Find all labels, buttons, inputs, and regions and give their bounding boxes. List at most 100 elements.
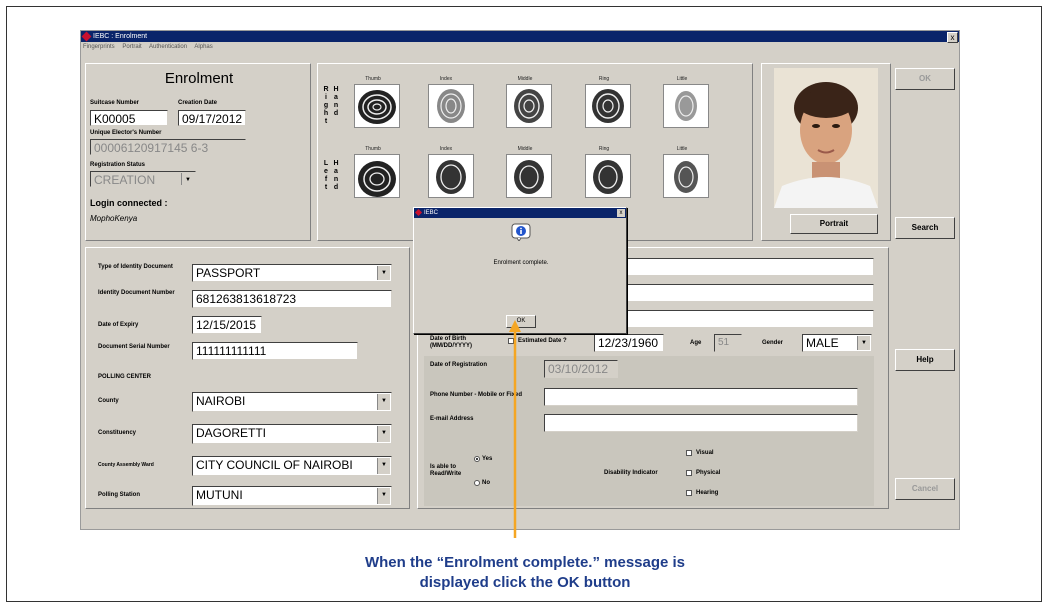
finger-label-little-left: Little [676, 146, 688, 152]
suitcase-label: Suitcase Number [90, 100, 140, 106]
dialog-close-button[interactable]: x [617, 209, 625, 217]
identity-type-label: Type of Identity Document [98, 264, 173, 270]
dialog-title: IEBC [424, 210, 439, 216]
right-middle-fingerprint[interactable] [506, 84, 552, 128]
registration-date-label: Date of Registration [430, 362, 488, 368]
dob-field[interactable]: 12/23/1960 [594, 334, 664, 352]
right-hand-label: Right [323, 86, 329, 125]
email-label: E-mail Address [430, 416, 474, 422]
physical-checkbox[interactable] [686, 470, 692, 476]
right-thumb-fingerprint[interactable] [354, 84, 400, 128]
age-label: Age [690, 340, 702, 346]
visual-label: Visual [696, 450, 714, 456]
estimated-date-label: Estimated Date ? [518, 338, 567, 344]
suitcase-field[interactable]: K00005 [90, 110, 168, 126]
iebc-logo-icon [81, 31, 92, 42]
ok-button[interactable]: OK [895, 68, 955, 90]
left-ring-fingerprint[interactable] [585, 154, 631, 198]
read-yes-radio[interactable] [474, 456, 480, 462]
county-select[interactable]: NAIROBI ▼ [192, 392, 392, 412]
left-little-fingerprint[interactable] [663, 154, 709, 198]
name-field-2[interactable] [622, 284, 874, 302]
menu-authentication[interactable]: Authentication [149, 44, 187, 50]
right-little-fingerprint[interactable] [663, 84, 709, 128]
registration-date-field: 03/10/2012 [544, 360, 618, 378]
constituency-label: Constituency [98, 430, 137, 436]
left-middle-fingerprint[interactable] [506, 154, 552, 198]
email-field[interactable] [544, 414, 858, 432]
ward-select[interactable]: CITY COUNCIL OF NAIROBI ▼ [192, 456, 392, 476]
left-thumb-fingerprint[interactable] [354, 154, 400, 198]
registration-status-value: CREATION [94, 173, 156, 187]
serial-label: Document Serial Number [98, 344, 170, 350]
station-select[interactable]: MUTUNI ▼ [192, 486, 392, 506]
cancel-button[interactable]: Cancel [895, 478, 955, 500]
read-no-radio[interactable] [474, 480, 480, 486]
ward-label: County Assembly Ward [98, 462, 154, 468]
disability-label: Disability Indicator [604, 470, 658, 476]
window-title: IEBC : Enrolment [93, 33, 148, 40]
age-field: 51 [714, 334, 742, 352]
expiry-label: Date of Expiry [98, 322, 139, 328]
expiry-field[interactable]: 12/15/2015 [192, 316, 262, 334]
left-hand-label: Left [323, 160, 329, 191]
finger-label-middle-left: Middle [517, 146, 533, 152]
iebc-logo-icon [414, 208, 423, 217]
ward-value: CITY COUNCIL OF NAIROBI [196, 458, 353, 472]
county-label: County [98, 398, 119, 404]
info-icon [511, 223, 531, 242]
serial-field[interactable]: 111111111111 [192, 342, 358, 360]
finger-label-little: Little [676, 76, 688, 82]
gender-select[interactable]: MALE ▼ [802, 334, 872, 352]
dialog-message: Enrolment complete. [493, 260, 549, 266]
help-button[interactable]: Help [895, 349, 955, 371]
chevron-down-icon: ▼ [377, 266, 390, 280]
login-value: MophoKenya [90, 214, 138, 223]
instruction-caption: When the “Enrolment complete.” message i… [0, 553, 1050, 593]
annotation-arrow-icon [509, 320, 521, 538]
name-field-3[interactable] [622, 310, 874, 328]
identity-number-field[interactable]: 681263813618723 [192, 290, 392, 308]
finger-label-index-left: Index [439, 146, 453, 152]
polling-center-heading: POLLING CENTER [98, 374, 152, 380]
search-button[interactable]: Search [895, 217, 955, 239]
registration-status-label: Registration Status [90, 162, 146, 168]
left-hand-word: Hand [333, 160, 339, 191]
hearing-checkbox[interactable] [686, 490, 692, 496]
read-no-label: No [482, 480, 490, 486]
window-titlebar: IEBC : Enrolment x [81, 31, 959, 43]
left-index-fingerprint[interactable] [428, 154, 474, 198]
visual-checkbox[interactable] [686, 450, 692, 456]
creation-date-label: Creation Date [178, 100, 218, 106]
right-hand-word: Hand [333, 86, 339, 117]
dob-label: Date of Birth (MM/DD/YYYY) [430, 336, 472, 349]
read-write-label: Is able to Read/Write [430, 464, 462, 477]
right-ring-fingerprint[interactable] [585, 84, 631, 128]
registration-status-select: CREATION ▼ [90, 171, 196, 187]
enrolment-info-panel: Enrolment Suitcase Number Creation Date … [85, 63, 311, 241]
finger-label-thumb: Thumb [365, 76, 381, 82]
chevron-down-icon: ▼ [377, 426, 390, 442]
login-label: Login connected : [90, 198, 168, 208]
menu-fingerprints[interactable]: Fingerprints [83, 44, 115, 50]
station-value: MUTUNI [196, 488, 243, 502]
unique-elector-field: 00006120917145 6-3 [90, 139, 246, 155]
menu-portrait[interactable]: Portrait [122, 44, 141, 50]
creation-date-field[interactable]: 09/17/2012 [178, 110, 246, 126]
menu-bar: Fingerprints Portrait Authentication Alp… [81, 42, 959, 52]
name-field-1[interactable] [622, 258, 874, 276]
right-index-fingerprint[interactable] [428, 84, 474, 128]
constituency-value: DAGORETTI [196, 426, 267, 440]
station-label: Polling Station [98, 492, 140, 498]
enrolment-heading: Enrolment [164, 70, 234, 87]
chevron-down-icon: ▼ [377, 394, 390, 410]
unique-elector-label: Unique Elector's Number [90, 130, 162, 136]
phone-field[interactable] [544, 388, 858, 406]
hearing-label: Hearing [696, 490, 719, 496]
portrait-button[interactable]: Portrait [790, 214, 878, 234]
identity-number-label: Identity Document Number [98, 290, 175, 296]
dialog-titlebar: IEBC x [414, 208, 626, 218]
identity-type-select[interactable]: PASSPORT ▼ [192, 264, 392, 282]
menu-alphas[interactable]: Alphas [194, 44, 212, 50]
constituency-select[interactable]: DAGORETTI ▼ [192, 424, 392, 444]
